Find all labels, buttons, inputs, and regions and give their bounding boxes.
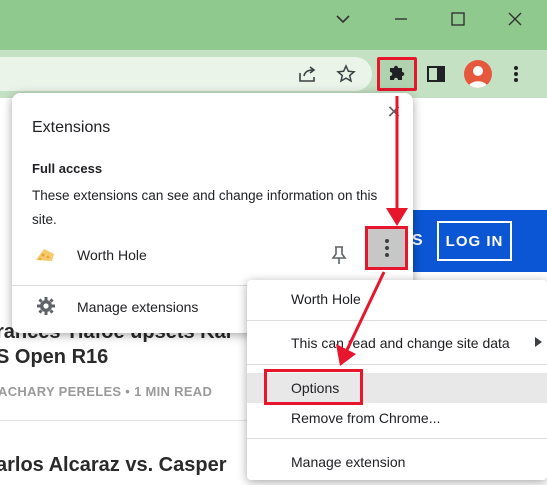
side-panel-icon[interactable] (422, 60, 450, 88)
close-icon[interactable]: ✕ (383, 102, 405, 124)
manage-extensions-label: Manage extensions (77, 299, 199, 315)
star-icon[interactable] (332, 60, 360, 88)
browser-toolbar (0, 50, 547, 98)
close-icon[interactable] (500, 6, 530, 32)
puzzle-icon (387, 62, 407, 87)
pin-icon[interactable] (330, 245, 348, 265)
divider (247, 320, 547, 321)
popup-title: Extensions (32, 119, 111, 136)
extension-name: Worth Hole (77, 247, 147, 263)
chevron-right-icon (535, 337, 542, 347)
dot (384, 246, 389, 250)
kebab-menu-icon[interactable] (502, 60, 530, 88)
divider (0, 420, 260, 421)
extension-row[interactable]: Worth Hole (12, 235, 413, 275)
gear-icon (36, 296, 56, 316)
site-access-label: This can read and change site data (291, 335, 510, 351)
extension-more-actions-button[interactable] (365, 226, 408, 270)
dot (384, 253, 389, 257)
divider (247, 438, 547, 439)
header-partial-text: S (412, 232, 423, 249)
menu-item-manage-extension[interactable]: Manage extension (247, 447, 547, 477)
title-bar (0, 0, 547, 50)
share-icon[interactable] (294, 60, 322, 88)
menu-item-extension-name: Worth Hole (291, 291, 361, 307)
full-access-heading: Full access (32, 161, 103, 176)
extension-icon (34, 246, 56, 264)
options-highlight-box (264, 369, 363, 405)
extensions-button[interactable] (377, 57, 417, 91)
maximize-icon[interactable] (443, 6, 473, 32)
article-headline-line2[interactable]: S Open R16 (0, 346, 108, 369)
avatar[interactable] (464, 60, 492, 88)
menu-item-remove[interactable]: Remove from Chrome... (247, 403, 547, 433)
menu-item-site-access[interactable]: This can read and change site data (247, 328, 547, 358)
minimize-icon[interactable] (386, 6, 416, 32)
article-headline-2[interactable]: arlos Alcaraz vs. Casper (0, 454, 227, 477)
access-description: These extensions can see and change info… (32, 188, 378, 227)
divider (247, 364, 547, 365)
dot (384, 239, 389, 243)
article-byline: ACHARY PERELES • 1 MIN READ (0, 384, 213, 399)
chevron-down-icon[interactable] (328, 6, 358, 32)
login-button[interactable]: LOG IN (437, 221, 512, 261)
